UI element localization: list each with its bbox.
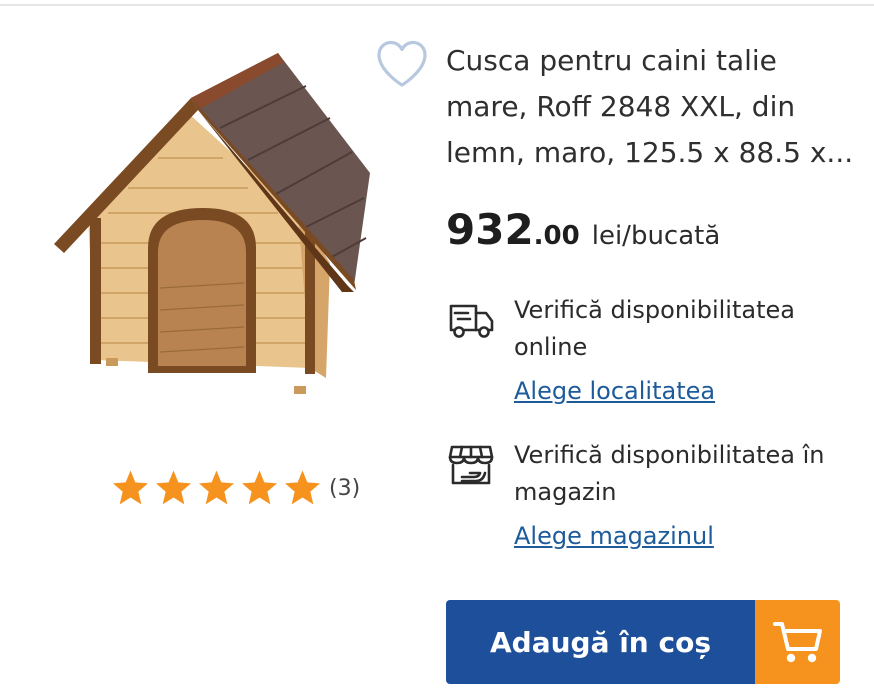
delivery-truck-icon — [449, 304, 494, 338]
availability-online-text: Verifică disponibilitatea online — [514, 296, 795, 361]
dog-house-icon — [54, 53, 370, 394]
choose-locality-link[interactable]: Alege localitatea — [514, 374, 715, 408]
add-to-cart-button[interactable]: Adaugă în coș — [446, 600, 840, 684]
product-price: 932 .00 lei/bucată — [446, 205, 720, 261]
star-icon — [156, 470, 191, 505]
rating-stars — [110, 468, 325, 508]
store-icon — [448, 445, 494, 485]
price-unit: lei/bucată — [591, 221, 721, 251]
add-to-cart-label[interactable]: Adaugă în coș — [446, 600, 755, 684]
product-title[interactable]: Cusca pentru caini talie mare, Roff 2848… — [446, 38, 856, 176]
star-icon — [242, 470, 277, 505]
wishlist-heart-icon[interactable] — [374, 38, 430, 90]
choose-store-link[interactable]: Alege magazinul — [514, 519, 714, 553]
review-count[interactable]: (3) — [329, 476, 360, 501]
star-icon — [199, 470, 234, 505]
star-icon — [285, 470, 320, 505]
product-rating[interactable]: (3) — [110, 468, 360, 508]
star-icon — [113, 470, 148, 505]
top-divider — [0, 4, 874, 6]
price-integer: 932 — [446, 205, 534, 254]
product-image[interactable] — [48, 48, 378, 418]
availability-store-text: Verifică disponibilitatea în magazin — [514, 441, 825, 506]
price-decimals: .00 — [533, 221, 580, 251]
cart-icon — [772, 622, 822, 663]
add-to-cart-icon-button[interactable] — [755, 600, 840, 684]
